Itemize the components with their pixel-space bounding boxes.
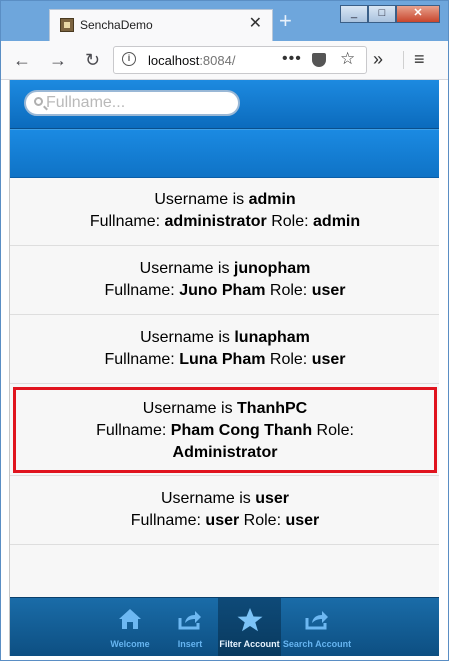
forward-arrow-icon[interactable]: → [49,50,67,70]
role-label: Role: [265,282,312,299]
page-actions-menu-icon[interactable]: ••• [282,50,302,68]
role-label: Role: [312,422,354,439]
role-value: user [285,512,320,529]
window-controls: _ □ ✕ [340,5,440,23]
tab-search-account[interactable]: Search Account [281,598,353,656]
title-toolbar [10,129,440,178]
url-text[interactable]: localhost:8084/ [148,53,235,68]
title-bar: SenchaDemo ✕ + _ □ ✕ [1,1,448,41]
username-value: lunapham [234,329,310,346]
username-value: junopham [233,260,311,277]
fullname-value: Luna Pham [179,351,266,368]
reload-icon[interactable]: ↻ [85,50,100,70]
details-line: Fullname: Luna Pham Role: user [18,349,432,371]
overflow-chevron-icon[interactable]: » [373,49,383,70]
username-prefix: Username is [142,400,238,417]
fullname-label: Fullname: [89,213,165,230]
close-window-button[interactable]: ✕ [396,5,440,23]
account-list-item[interactable]: Username is junopham Fullname: Juno Pham… [10,246,440,315]
new-tab-button[interactable]: + [279,9,292,33]
url-port: :8084/ [199,53,236,68]
account-list: Username is admin Fullname: administrato… [10,177,440,545]
fullname-value: Juno Pham [179,282,266,299]
username-value: user [255,490,290,507]
bookmark-star-icon[interactable]: ☆ [340,49,355,69]
fullname-label: Fullname: [104,351,180,368]
tab-close-icon[interactable]: ✕ [249,15,262,33]
fullname-value: administrator [164,213,267,230]
url-host: localhost [148,53,200,68]
username-line: Username is admin [18,189,432,211]
fullname-label: Fullname: [130,512,206,529]
bottom-tab-bar: Welcome Insert Filter Account Search Acc… [10,597,440,656]
search-toolbar [10,80,440,129]
details-line: Fullname: Pham Cong Thanh Role: Administ… [66,420,384,464]
fullname-search-input[interactable] [46,94,226,112]
tab-welcome[interactable]: Welcome [102,598,158,656]
browser-window: SenchaDemo ✕ + _ □ ✕ ← → ↻ i localhost:8… [0,0,449,661]
account-list-item[interactable]: Username is user Fullname: user Role: us… [10,476,440,545]
star-icon [237,608,262,632]
account-list-item[interactable]: Username is admin Fullname: administrato… [10,177,440,246]
browser-tab[interactable]: SenchaDemo ✕ [49,9,273,41]
account-list-item-highlighted[interactable]: Username is ThanhPC Fullname: Pham Cong … [10,384,440,476]
tab-label: Insert [177,639,203,649]
share-icon [178,611,201,630]
tab-label: Search Account [282,639,352,649]
fullname-value: user [205,512,240,529]
fullname-search-field[interactable] [24,90,240,116]
search-icon [34,97,43,106]
username-value: ThanhPC [237,400,308,417]
username-line: Username is user [18,488,432,510]
username-line: Username is junopham [18,258,432,280]
back-arrow-icon[interactable]: ← [13,50,31,70]
right-margin [439,80,448,656]
role-value: Administrator [172,444,278,461]
navigation-bar: ← → ↻ i localhost:8084/ ••• ☆ » ≡ [1,41,448,80]
username-prefix: Username is [160,490,256,507]
role-label: Role: [239,512,286,529]
pocket-icon[interactable] [312,53,326,67]
sencha-favicon-icon [60,18,74,32]
fullname-value: Pham Cong Thanh [170,422,313,439]
details-line: Fullname: user Role: user [18,510,432,532]
tab-title: SenchaDemo [80,18,153,32]
url-bar[interactable]: i localhost:8084/ ••• ☆ [113,46,367,74]
username-line: Username is ThanhPC [66,398,384,420]
account-list-item[interactable]: Username is lunapham Fullname: Luna Pham… [10,315,440,384]
role-value: user [311,351,346,368]
toolbar-separator [403,51,404,69]
details-line: Fullname: administrator Role: admin [18,211,432,233]
site-info-icon[interactable]: i [122,52,136,66]
role-value: user [311,282,346,299]
role-label: Role: [266,213,314,230]
fullname-label: Fullname: [104,282,180,299]
tab-filter-account[interactable]: Filter Account [218,598,281,656]
home-icon [119,609,141,629]
hamburger-menu-icon[interactable]: ≡ [414,49,425,70]
username-prefix: Username is [154,191,249,208]
tab-label: Welcome [110,639,150,649]
fullname-label: Fullname: [96,422,171,439]
tab-label: Filter Account [219,639,280,649]
minimize-button[interactable]: _ [340,5,368,23]
tab-insert[interactable]: Insert [162,598,218,656]
username-prefix: Username is [140,329,235,346]
role-label: Role: [265,351,312,368]
username-value: admin [248,191,296,208]
sencha-app: Username is admin Fullname: administrato… [9,80,440,656]
details-line: Fullname: Juno Pham Role: user [18,280,432,302]
username-prefix: Username is [139,260,234,277]
share-icon [305,611,328,630]
maximize-button[interactable]: □ [368,5,396,23]
username-line: Username is lunapham [18,327,432,349]
role-value: admin [313,213,361,230]
